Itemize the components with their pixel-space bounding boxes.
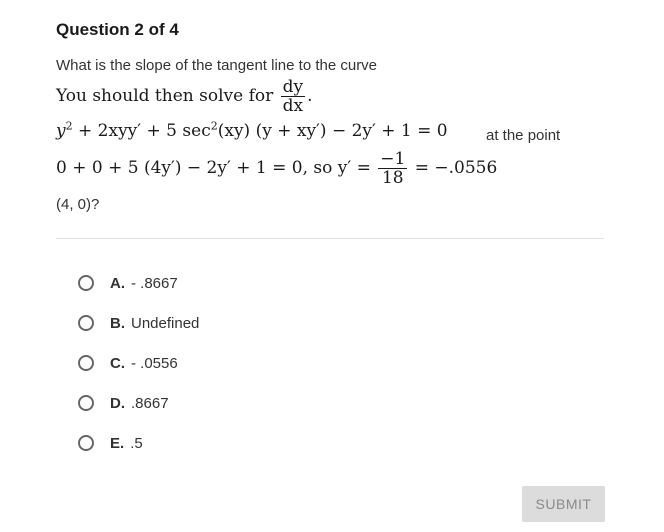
- derivative-equation: y2 + 2xyy′ + 5 sec2(xy) (y + xy′) − 2y′ …: [56, 119, 448, 141]
- submit-button[interactable]: SUBMIT: [522, 486, 605, 522]
- option-text: .5: [130, 434, 143, 452]
- question-header: Question 2 of 4: [56, 20, 179, 39]
- radio-button[interactable]: [78, 355, 94, 371]
- option-b[interactable]: B. Undefined: [78, 303, 199, 343]
- question-prompt: What is the slope of the tangent line to…: [56, 57, 378, 74]
- option-text: .8667: [131, 394, 169, 412]
- at-point-text: at the point: [486, 127, 561, 144]
- radio-button[interactable]: [78, 275, 94, 291]
- option-c[interactable]: C. - .0556: [78, 343, 199, 383]
- option-letter: B.: [110, 314, 125, 332]
- radio-button[interactable]: [78, 315, 94, 331]
- solve-instruction: You should then solve for dy dx .: [56, 77, 313, 116]
- option-letter: C.: [110, 354, 125, 372]
- option-a[interactable]: A. - .8667: [78, 263, 199, 303]
- dy-dx-fraction: dy dx: [280, 77, 306, 116]
- option-text: - .0556: [131, 354, 178, 372]
- option-letter: A.: [110, 274, 125, 292]
- result-fraction: −1 18: [378, 149, 408, 188]
- radio-button[interactable]: [78, 395, 94, 411]
- point-text: (4, 0)?: [56, 196, 100, 213]
- fraction-numerator: dy: [280, 77, 306, 97]
- divider: [56, 238, 604, 239]
- option-d[interactable]: D. .8667: [78, 383, 199, 423]
- substitution-equation: 0 + 0 + 5 (4y′) − 2y′ + 1 = 0, so y′ = −…: [56, 149, 498, 188]
- option-letter: D.: [110, 394, 125, 412]
- radio-button[interactable]: [78, 435, 94, 451]
- option-e[interactable]: E. .5: [78, 423, 199, 463]
- solve-text: You should then solve for: [56, 86, 274, 106]
- option-letter: E.: [110, 434, 125, 452]
- option-text: Undefined: [131, 314, 200, 332]
- fraction-denominator: dx: [282, 96, 304, 116]
- option-text: - .8667: [131, 274, 178, 292]
- answer-options: A. - .8667 B. Undefined C. - .0556 D. .8…: [78, 263, 199, 463]
